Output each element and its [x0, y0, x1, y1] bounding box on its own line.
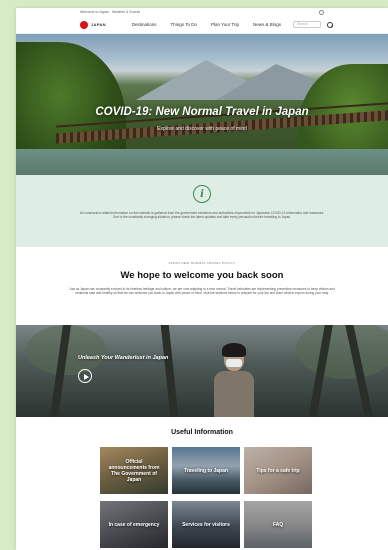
nav-news-blogs[interactable]: News & Blogs — [253, 22, 281, 27]
info-cards: Official announcements from The Governme… — [100, 447, 388, 548]
play-icon[interactable] — [78, 369, 92, 383]
nav-destinations[interactable]: Destinations — [132, 22, 157, 27]
site-header: JAPAN Destinations Things To Do Plan You… — [16, 16, 388, 34]
card-emergency[interactable]: In case of emergency — [100, 501, 168, 548]
welcome-heading: We hope to welcome you back soon — [120, 270, 284, 281]
site-logo[interactable]: JAPAN — [80, 20, 106, 29]
card-label: Traveling to Japan — [184, 467, 228, 474]
card-faq[interactable]: FAQ — [244, 501, 312, 548]
video-title: Unleash Your Wanderlust in Japan — [78, 355, 169, 361]
useful-information-section: Useful Information Official announcement… — [16, 417, 388, 548]
nav-plan-your-trip[interactable]: Plan Your Trip — [211, 22, 239, 27]
info-text: All coronavirus-related information on t… — [79, 211, 325, 220]
face-mask — [226, 359, 242, 367]
welcome-eyebrow: JAPAN NEW NORMAL TRAVEL POLICY — [168, 261, 236, 265]
person-hair — [222, 343, 246, 357]
logo-text: JAPAN — [91, 22, 106, 27]
nav-things-to-do[interactable]: Things To Do — [171, 22, 197, 27]
hero-banner: COVID-19: New Normal Travel in Japan Exp… — [16, 34, 388, 175]
person-body — [214, 371, 254, 417]
card-official-announcements[interactable]: Official announcements from The Governme… — [100, 447, 168, 494]
card-label: FAQ — [272, 521, 284, 528]
card-label: Services for visitors — [182, 521, 230, 528]
video-banner[interactable]: Unleash Your Wanderlust in Japan — [16, 325, 388, 417]
video-foliage — [296, 325, 388, 379]
info-notice: i All coronavirus-related information on… — [16, 175, 388, 247]
search-icon[interactable] — [327, 21, 334, 28]
hero-subtitle: Explore and discover with peace of mind — [157, 126, 247, 132]
video-person — [212, 343, 256, 417]
card-label: Official announcements from The Governme… — [108, 458, 160, 483]
card-label: In case of emergency — [108, 521, 160, 528]
hero-river — [16, 149, 388, 175]
utility-text: Welcome to Japan · Weather & Events — [80, 10, 141, 14]
utility-bar: Welcome to Japan · Weather & Events — [16, 8, 388, 16]
search-input[interactable]: Search — [293, 21, 322, 28]
useful-heading: Useful Information — [171, 429, 233, 436]
info-icon: i — [193, 185, 211, 203]
hero-title: COVID-19: New Normal Travel in Japan — [95, 106, 309, 118]
welcome-body: Just as Japan has constantly evolved in … — [69, 287, 335, 296]
welcome-section: JAPAN NEW NORMAL TRAVEL POLICY We hope t… — [16, 247, 388, 325]
card-label: Tips for a safe trip — [256, 467, 300, 474]
main-nav: Destinations Things To Do Plan Your Trip… — [132, 22, 281, 27]
page: Welcome to Japan · Weather & Events JAPA… — [16, 8, 388, 550]
card-tips-safe-trip[interactable]: Tips for a safe trip — [244, 447, 312, 494]
video-tree-trunk — [159, 325, 181, 417]
location-icon[interactable] — [319, 9, 324, 15]
card-services-for-visitors[interactable]: Services for visitors — [172, 501, 240, 548]
logo-sun-icon — [80, 20, 88, 29]
card-traveling-to-japan[interactable]: Traveling to Japan — [172, 447, 240, 494]
